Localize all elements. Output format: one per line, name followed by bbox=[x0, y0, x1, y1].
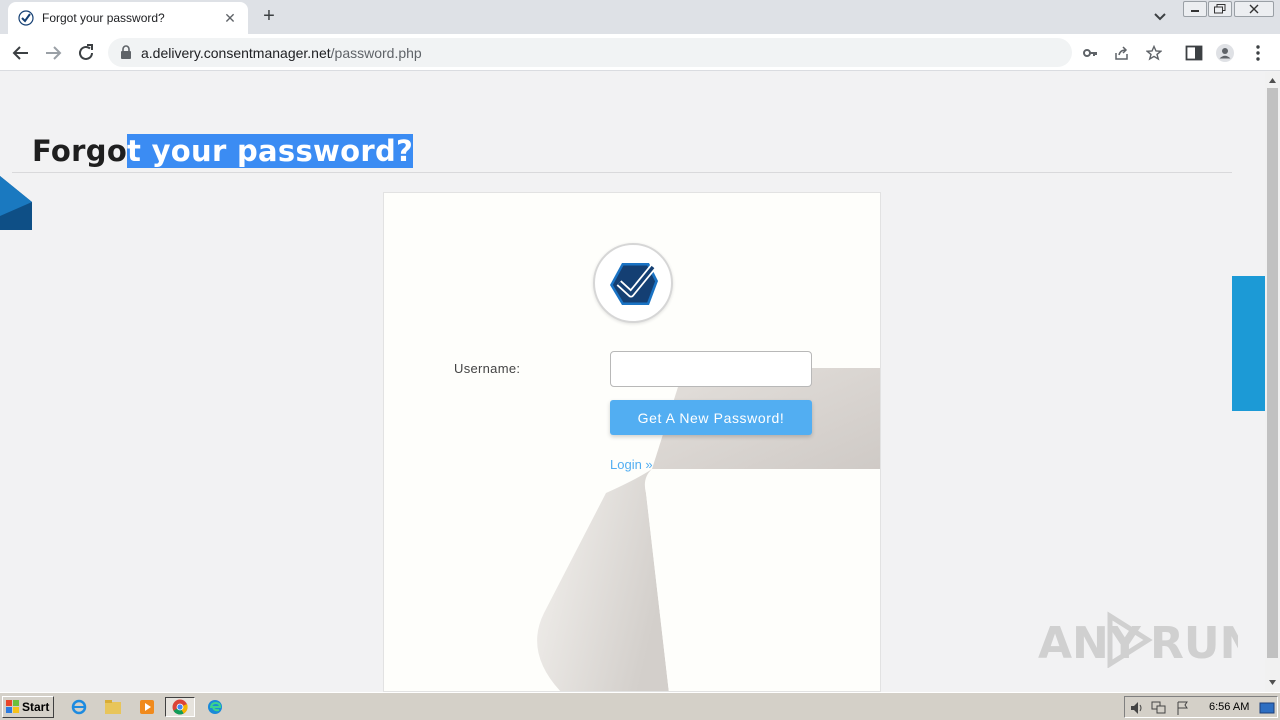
edge-icon bbox=[208, 700, 222, 714]
start-label: Start bbox=[22, 700, 50, 714]
show-desktop-icon[interactable] bbox=[1259, 700, 1275, 716]
profile-avatar-icon[interactable] bbox=[1215, 43, 1235, 63]
bookmark-star-icon[interactable] bbox=[1146, 45, 1162, 61]
page-viewport: Forgot your password? Username: Get A Ne… bbox=[0, 72, 1265, 692]
window-restore-button[interactable] bbox=[1208, 1, 1232, 17]
windows-logo-icon bbox=[6, 700, 19, 713]
heading-divider bbox=[12, 172, 1232, 173]
browser-toolbar: a.delivery.consentmanager.net/password.p… bbox=[0, 34, 1280, 71]
folder-icon bbox=[105, 700, 121, 714]
restore-icon bbox=[1214, 4, 1226, 14]
consentmanager-logo bbox=[593, 243, 673, 323]
volume-icon[interactable] bbox=[1129, 700, 1145, 716]
taskbar-edge[interactable] bbox=[204, 697, 226, 717]
url-path: /password.php bbox=[330, 45, 422, 61]
username-input[interactable] bbox=[610, 351, 812, 387]
browser-tab-bar: Forgot your password? ✕ + bbox=[0, 0, 1280, 34]
windows-taskbar: Start 6:56 AM bbox=[0, 692, 1280, 720]
consentmanager-favicon-icon bbox=[18, 10, 34, 26]
share-icon[interactable] bbox=[1114, 45, 1130, 61]
login-link[interactable]: Login » bbox=[610, 457, 653, 472]
network-icon[interactable] bbox=[1151, 700, 1167, 716]
menu-kebab-icon[interactable] bbox=[1248, 43, 1268, 63]
back-arrow-icon[interactable] bbox=[10, 42, 32, 64]
reload-icon[interactable] bbox=[75, 42, 97, 64]
page-title-selected-text: t your password? bbox=[127, 134, 414, 168]
tab-search-chevron-icon[interactable] bbox=[1150, 8, 1170, 26]
window-close-button[interactable] bbox=[1234, 1, 1274, 17]
page-title-unselected: Forgo bbox=[32, 134, 128, 168]
action-center-flag-icon[interactable] bbox=[1175, 700, 1191, 716]
taskbar-ie[interactable] bbox=[68, 697, 90, 717]
address-bar[interactable]: a.delivery.consentmanager.net/password.p… bbox=[108, 38, 1162, 67]
close-icon bbox=[1249, 4, 1259, 14]
anyrun-watermark: ANY RUN bbox=[1038, 611, 1238, 668]
system-tray: 6:56 AM bbox=[1124, 696, 1278, 718]
chrome-icon bbox=[172, 699, 188, 715]
window-minimize-button[interactable] bbox=[1183, 1, 1207, 17]
media-player-icon bbox=[140, 700, 154, 714]
tab-title: Forgot your password? bbox=[42, 11, 165, 25]
browser-tab[interactable]: Forgot your password? ✕ bbox=[8, 2, 248, 34]
left-decor-tab bbox=[0, 176, 32, 230]
scroll-down-arrow-icon[interactable] bbox=[1268, 678, 1277, 687]
forgot-password-card: Username: Get A New Password! Login » bbox=[383, 192, 881, 692]
url-text[interactable]: a.delivery.consentmanager.net/password.p… bbox=[141, 45, 422, 61]
scroll-up-arrow-icon[interactable] bbox=[1268, 76, 1277, 85]
url-host: a.delivery.consentmanager.net bbox=[141, 45, 331, 61]
watermark-text-right: RUN bbox=[1150, 618, 1238, 668]
page-scrollbar[interactable] bbox=[1265, 72, 1280, 692]
get-new-password-button[interactable]: Get A New Password! bbox=[610, 400, 812, 435]
password-key-icon[interactable] bbox=[1082, 45, 1098, 61]
taskbar-clock[interactable]: 6:56 AM bbox=[1209, 701, 1249, 713]
feedback-side-tab[interactable] bbox=[1232, 276, 1265, 411]
forward-arrow-icon[interactable] bbox=[42, 42, 64, 64]
checkmark-shield-icon bbox=[610, 263, 658, 305]
lock-icon[interactable] bbox=[120, 45, 132, 59]
taskbar-media-player[interactable] bbox=[136, 697, 158, 717]
close-tab-icon[interactable]: ✕ bbox=[222, 10, 238, 27]
minimize-icon bbox=[1191, 10, 1199, 12]
side-panel-icon[interactable] bbox=[1184, 43, 1204, 63]
username-label: Username: bbox=[454, 361, 521, 376]
start-button[interactable]: Start bbox=[2, 696, 54, 718]
taskbar-chrome[interactable] bbox=[165, 697, 195, 717]
new-tab-button[interactable]: + bbox=[258, 6, 280, 28]
internet-explorer-icon bbox=[71, 699, 87, 715]
page-title: Forgot your password? bbox=[32, 134, 414, 168]
taskbar-explorer[interactable] bbox=[102, 697, 124, 717]
scrollbar-thumb[interactable] bbox=[1267, 88, 1278, 658]
